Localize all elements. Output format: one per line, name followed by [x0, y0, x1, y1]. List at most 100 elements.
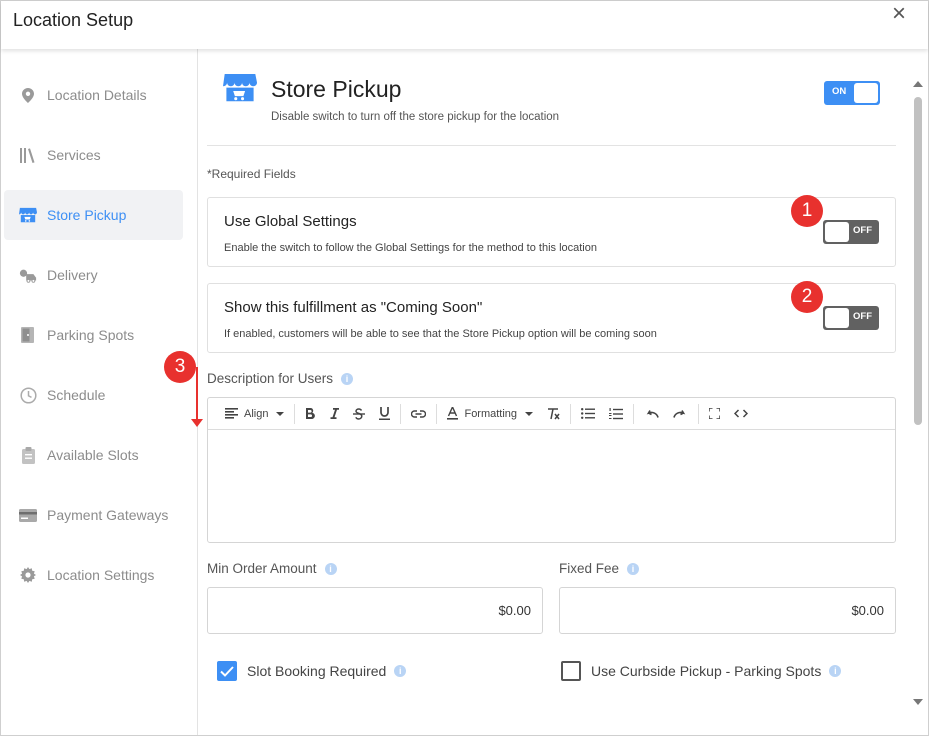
- undo-button[interactable]: [637, 398, 666, 430]
- delivery-icon: [19, 266, 37, 284]
- insert-link-button[interactable]: [404, 398, 433, 430]
- coming-soon-description: If enabled, customers will be able to se…: [224, 328, 657, 340]
- min-order-label: Min Order Amount i: [207, 561, 337, 576]
- toggle-label: OFF: [853, 225, 872, 236]
- sidebar-item-label: Available Slots: [47, 447, 139, 463]
- formatting-dropdown[interactable]: Formatting: [440, 398, 540, 430]
- store-icon: [223, 74, 257, 108]
- dialog-header: Location Setup ×: [1, 1, 928, 49]
- sidebar-item-services[interactable]: Services: [4, 130, 183, 180]
- redo-button[interactable]: [666, 398, 695, 430]
- sidebar-item-label: Location Settings: [47, 567, 155, 583]
- required-fields-note: *Required Fields: [207, 167, 296, 181]
- description-label-text: Description for Users: [207, 371, 334, 386]
- editor-text-area[interactable]: [208, 430, 895, 542]
- underline-icon: [379, 407, 391, 420]
- location-setup-dialog: Location Setup × Location Details Servic…: [0, 0, 929, 736]
- strikethrough-button[interactable]: [346, 398, 372, 430]
- clear-formatting-button[interactable]: [540, 398, 567, 430]
- toggle-knob: [854, 83, 878, 103]
- toolbar-separator: [570, 403, 572, 424]
- page-title: Store Pickup: [271, 76, 402, 102]
- sidebar: Location Details Services Store Pickup D…: [1, 49, 198, 735]
- sidebar-item-location-details[interactable]: Location Details: [4, 70, 183, 120]
- bold-icon: [305, 408, 316, 419]
- annotation-arrow: [196, 367, 198, 423]
- info-icon[interactable]: i: [341, 372, 354, 385]
- slot-booking-checkbox[interactable]: [217, 661, 237, 681]
- sidebar-item-label: Location Details: [47, 87, 147, 103]
- italic-icon: [329, 408, 340, 419]
- curbside-checkbox-row[interactable]: Use Curbside Pickup - Parking Spots i: [561, 661, 842, 681]
- global-settings-title: Use Global Settings: [224, 213, 357, 230]
- editor-toolbar: Align Formatting: [208, 398, 895, 430]
- clipboard-icon: [19, 446, 37, 464]
- books-icon: [19, 146, 37, 164]
- formatting-label: Formatting: [464, 407, 518, 420]
- sidebar-item-schedule[interactable]: Schedule: [4, 370, 183, 420]
- chevron-down-icon: [525, 411, 534, 416]
- global-settings-toggle[interactable]: OFF: [823, 220, 879, 244]
- numbered-list-button[interactable]: [602, 398, 630, 430]
- min-order-amount-input[interactable]: $0.00: [207, 587, 543, 634]
- underline-button[interactable]: [372, 398, 397, 430]
- sidebar-item-parking-spots[interactable]: Parking Spots: [4, 310, 183, 360]
- bullet-list-button[interactable]: [574, 398, 602, 430]
- bold-button[interactable]: [298, 398, 322, 430]
- redo-icon: [673, 409, 688, 418]
- text-color-icon: [447, 407, 459, 420]
- curbside-label: Use Curbside Pickup - Parking Spots: [591, 663, 822, 679]
- info-icon[interactable]: i: [394, 665, 407, 677]
- sidebar-item-label: Store Pickup: [47, 207, 127, 223]
- align-dropdown[interactable]: Align: [218, 398, 291, 430]
- sidebar-item-label: Services: [47, 147, 101, 163]
- fullscreen-button[interactable]: [702, 398, 727, 430]
- info-icon[interactable]: i: [324, 562, 337, 575]
- toolbar-separator: [698, 403, 700, 424]
- fixed-fee-label: Fixed Fee i: [559, 561, 640, 576]
- toggle-label: OFF: [853, 311, 872, 322]
- sidebar-item-label: Parking Spots: [47, 327, 135, 343]
- code-view-button[interactable]: [727, 398, 755, 430]
- italic-button[interactable]: [322, 398, 346, 430]
- scroll-down-arrow-icon[interactable]: [913, 699, 923, 705]
- content-scrollbar[interactable]: [911, 71, 925, 711]
- toolbar-separator: [436, 403, 438, 424]
- sidebar-item-available-slots[interactable]: Available Slots: [4, 430, 183, 480]
- strikethrough-icon: [353, 407, 366, 420]
- check-icon: [220, 665, 234, 677]
- description-editor: Align Formatting: [207, 397, 896, 543]
- map-pin-icon: [19, 86, 37, 104]
- curbside-checkbox[interactable]: [561, 661, 581, 681]
- description-label: Description for Users i: [207, 371, 354, 386]
- fixed-fee-input[interactable]: $0.00: [559, 587, 896, 634]
- link-icon: [411, 409, 427, 418]
- info-icon[interactable]: i: [829, 665, 842, 677]
- code-icon: [734, 409, 749, 418]
- sidebar-item-label: Payment Gateways: [47, 507, 169, 523]
- slot-booking-checkbox-row[interactable]: Slot Booking Required i: [217, 661, 407, 681]
- parking-door-icon: [19, 326, 37, 344]
- fixed-fee-label-text: Fixed Fee: [559, 561, 620, 576]
- scrollbar-thumb[interactable]: [914, 97, 922, 425]
- undo-icon: [644, 409, 659, 418]
- sidebar-item-label: Schedule: [47, 387, 106, 403]
- clear-formatting-icon: [547, 407, 560, 420]
- toolbar-separator: [294, 403, 296, 424]
- gear-icon: [19, 566, 37, 584]
- sidebar-item-store-pickup[interactable]: Store Pickup: [4, 190, 183, 240]
- store-pickup-toggle[interactable]: ON: [824, 81, 880, 105]
- close-icon[interactable]: ×: [892, 2, 906, 26]
- divider: [207, 145, 896, 146]
- annotation-marker-2: 2: [791, 281, 823, 313]
- annotation-marker-1: 1: [791, 195, 823, 227]
- coming-soon-toggle[interactable]: OFF: [823, 306, 879, 330]
- align-label: Align: [244, 407, 269, 420]
- scroll-up-arrow-icon[interactable]: [913, 81, 923, 87]
- info-icon[interactable]: i: [627, 562, 640, 575]
- toggle-knob: [825, 308, 849, 328]
- min-order-label-text: Min Order Amount: [207, 561, 317, 576]
- sidebar-item-location-settings[interactable]: Location Settings: [4, 550, 183, 600]
- sidebar-item-delivery[interactable]: Delivery: [4, 250, 183, 300]
- sidebar-item-payment-gateways[interactable]: Payment Gateways: [4, 490, 183, 540]
